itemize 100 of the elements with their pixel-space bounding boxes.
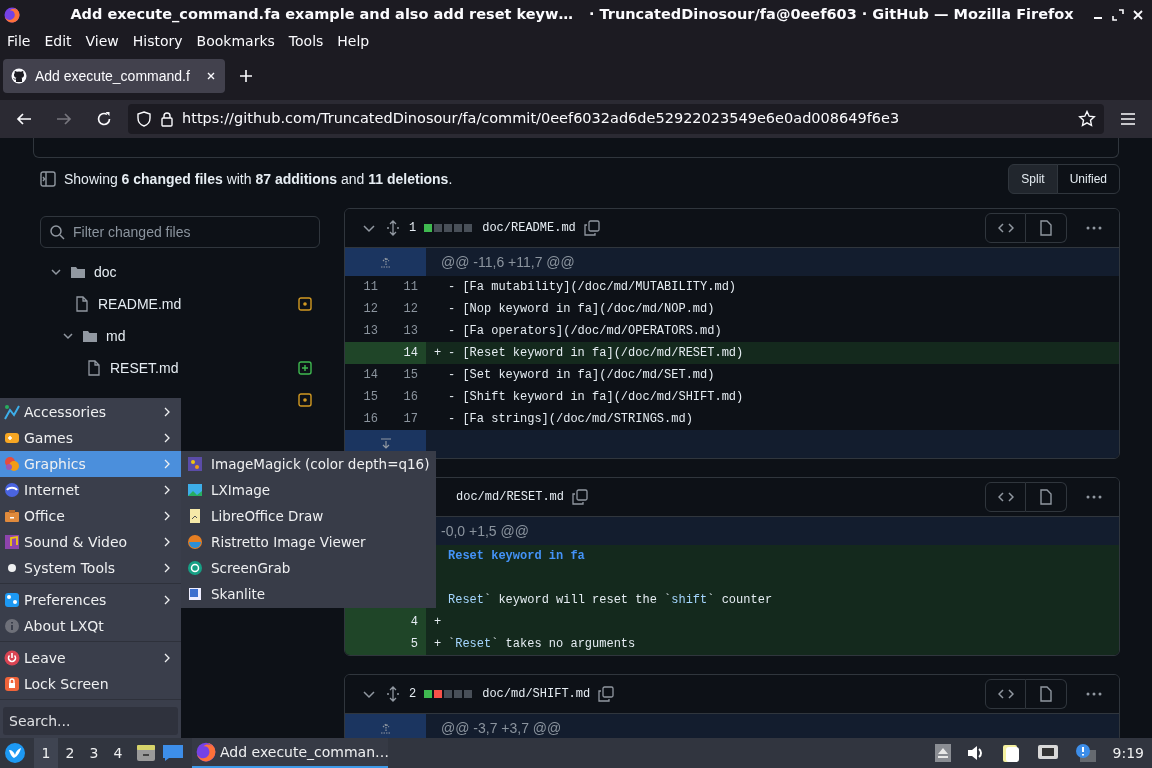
window-title: Add execute_command.fa example and also add reset keyw… (70, 5, 573, 25)
diff-sign: + (433, 345, 443, 362)
menu-item[interactable]: Accessories (0, 399, 181, 425)
window-title: · TruncatedDinosour/fa@0eef603 · GitHub — Mozilla Firefox (588, 5, 1074, 25)
clipboard-icon[interactable] (1000, 743, 1021, 763)
code-line: - [Fa strings](/doc/md/STRINGS.md) (448, 411, 693, 428)
line-number: 5 (386, 633, 426, 655)
maximize-icon[interactable] (1112, 9, 1124, 21)
menu-item[interactable]: Ristretto Image Viewer (181, 529, 436, 555)
menu-item[interactable]: Tools (281, 30, 331, 52)
menu-item[interactable]: LXImage (181, 477, 436, 503)
desktop-button[interactable]: 1 (34, 738, 58, 768)
menu-icon[interactable] (1120, 112, 1136, 126)
file-path[interactable]: doc/README.md (482, 219, 576, 237)
search-field[interactable]: Search... (3, 707, 178, 735)
globe-icon (4, 482, 20, 498)
tree-item[interactable]: md (40, 320, 320, 352)
desktop-button[interactable]: 3 (82, 738, 106, 768)
code-line: Reset keyword in fa (448, 548, 585, 565)
file-path[interactable]: doc/md/RESET.md (456, 488, 565, 506)
menu-item[interactable]: Skanlite (181, 581, 436, 607)
taskbar-task[interactable]: Add execute_comman… (192, 738, 388, 768)
file-view-button[interactable] (1026, 213, 1067, 243)
file-view-button[interactable] (1026, 679, 1067, 709)
bowl-icon (187, 534, 203, 550)
menu-item[interactable]: Help (330, 30, 377, 52)
file-manager-icon[interactable] (136, 743, 156, 763)
filter-field[interactable]: Filter changed files (40, 216, 320, 248)
folder-icon (70, 264, 86, 280)
modified-badge-icon (298, 297, 312, 311)
file-path[interactable]: doc/md/SHIFT.md (482, 685, 591, 703)
menu-item[interactable]: Internet (0, 477, 181, 503)
menu-item[interactable]: Preferences (0, 587, 181, 613)
close-icon[interactable] (1132, 9, 1144, 21)
view-toggle-button[interactable]: Split (1008, 164, 1058, 194)
code-view-button[interactable] (985, 213, 1026, 243)
desktop-button[interactable]: 4 (106, 738, 130, 768)
menu-item[interactable]: File (0, 30, 38, 52)
copy-icon[interactable] (572, 489, 589, 505)
address-field[interactable]: https://github.com/TruncatedDinosour/fa/commit/0eef6032ad6de52922023549e6e0ad008649f6e3 (128, 104, 1104, 134)
view-toggle-button[interactable]: Unified (1056, 164, 1120, 194)
menu-item[interactable]: ImageMagick (color depth=q16) (181, 451, 436, 477)
file-icon (1038, 220, 1054, 236)
briefcase-icon (4, 508, 20, 524)
menu-item[interactable]: History (125, 30, 190, 52)
tree-item[interactable]: README.md (40, 288, 320, 320)
line-number: 13 (362, 323, 379, 340)
menu-item[interactable]: View (78, 30, 126, 52)
expand-icon[interactable] (385, 686, 401, 702)
copy-icon[interactable] (598, 686, 615, 702)
speaker-icon[interactable] (966, 745, 985, 761)
star-icon[interactable] (1078, 110, 1096, 128)
chevron-icon[interactable] (50, 266, 62, 278)
paint-icon (4, 456, 20, 472)
menu-item[interactable]: LibreOffice Draw (181, 503, 436, 529)
github-icon (11, 68, 27, 84)
clock: 9:19 (1112, 743, 1144, 763)
notification-icon[interactable] (1074, 743, 1097, 763)
menu-item[interactable]: Sound & Video (0, 529, 181, 555)
menu-item[interactable]: Edit (37, 30, 79, 52)
browser-tab[interactable]: Add execute_command.f (3, 59, 225, 93)
menu-item[interactable]: System Tools (0, 555, 181, 581)
summary-text: Showing 6 changed files with 87 additions and 11 deletions. (64, 169, 453, 189)
line-number: 12 (402, 301, 419, 318)
reload-icon[interactable] (96, 111, 112, 127)
line-number: 12 (362, 301, 379, 318)
tree-item[interactable]: doc (40, 256, 320, 288)
code-line: `Reset` takes no arguments (448, 636, 636, 653)
copy-icon[interactable] (583, 220, 600, 236)
file-index: 2 (409, 686, 417, 703)
code-line: - [Set keyword in fa](/doc/md/SET.md) (448, 367, 715, 384)
stars-icon (187, 456, 203, 472)
menu-item[interactable]: Bookmarks (189, 30, 282, 52)
lock-icon (160, 111, 174, 127)
diff-sign: + (433, 614, 443, 631)
landscape-icon (187, 482, 203, 498)
back-icon[interactable] (16, 111, 32, 127)
show-desktop-icon[interactable] (162, 744, 184, 762)
file-view-button[interactable] (1026, 482, 1067, 512)
close-icon[interactable] (205, 70, 217, 82)
line-number: 14 (362, 367, 379, 384)
expand-icon[interactable] (385, 220, 401, 236)
menu-item[interactable]: Leave (0, 645, 181, 671)
chevron-icon[interactable] (62, 330, 74, 342)
gamepad-icon (4, 430, 20, 446)
code-line: - [Fa mutability](/doc/md/MUTABILITY.md) (448, 279, 737, 296)
eject-icon[interactable] (934, 744, 951, 762)
menu-item[interactable]: About LXQt (0, 613, 181, 639)
network-icon[interactable] (1036, 744, 1059, 762)
code-view-button[interactable] (985, 482, 1026, 512)
menu-item[interactable]: ScreenGrab (181, 555, 436, 581)
sidebar-toggle-icon[interactable] (40, 171, 56, 187)
menu-item[interactable]: Office (0, 503, 181, 529)
code-view-button[interactable] (985, 679, 1026, 709)
menu-item[interactable]: Lock Screen (0, 671, 181, 697)
new-tab-icon[interactable] (239, 69, 253, 83)
tree-item[interactable]: RESET.md (40, 352, 320, 384)
forward-icon[interactable] (56, 111, 72, 127)
desktop-button[interactable]: 2 (58, 738, 82, 768)
menu-item[interactable]: Games (0, 425, 181, 451)
